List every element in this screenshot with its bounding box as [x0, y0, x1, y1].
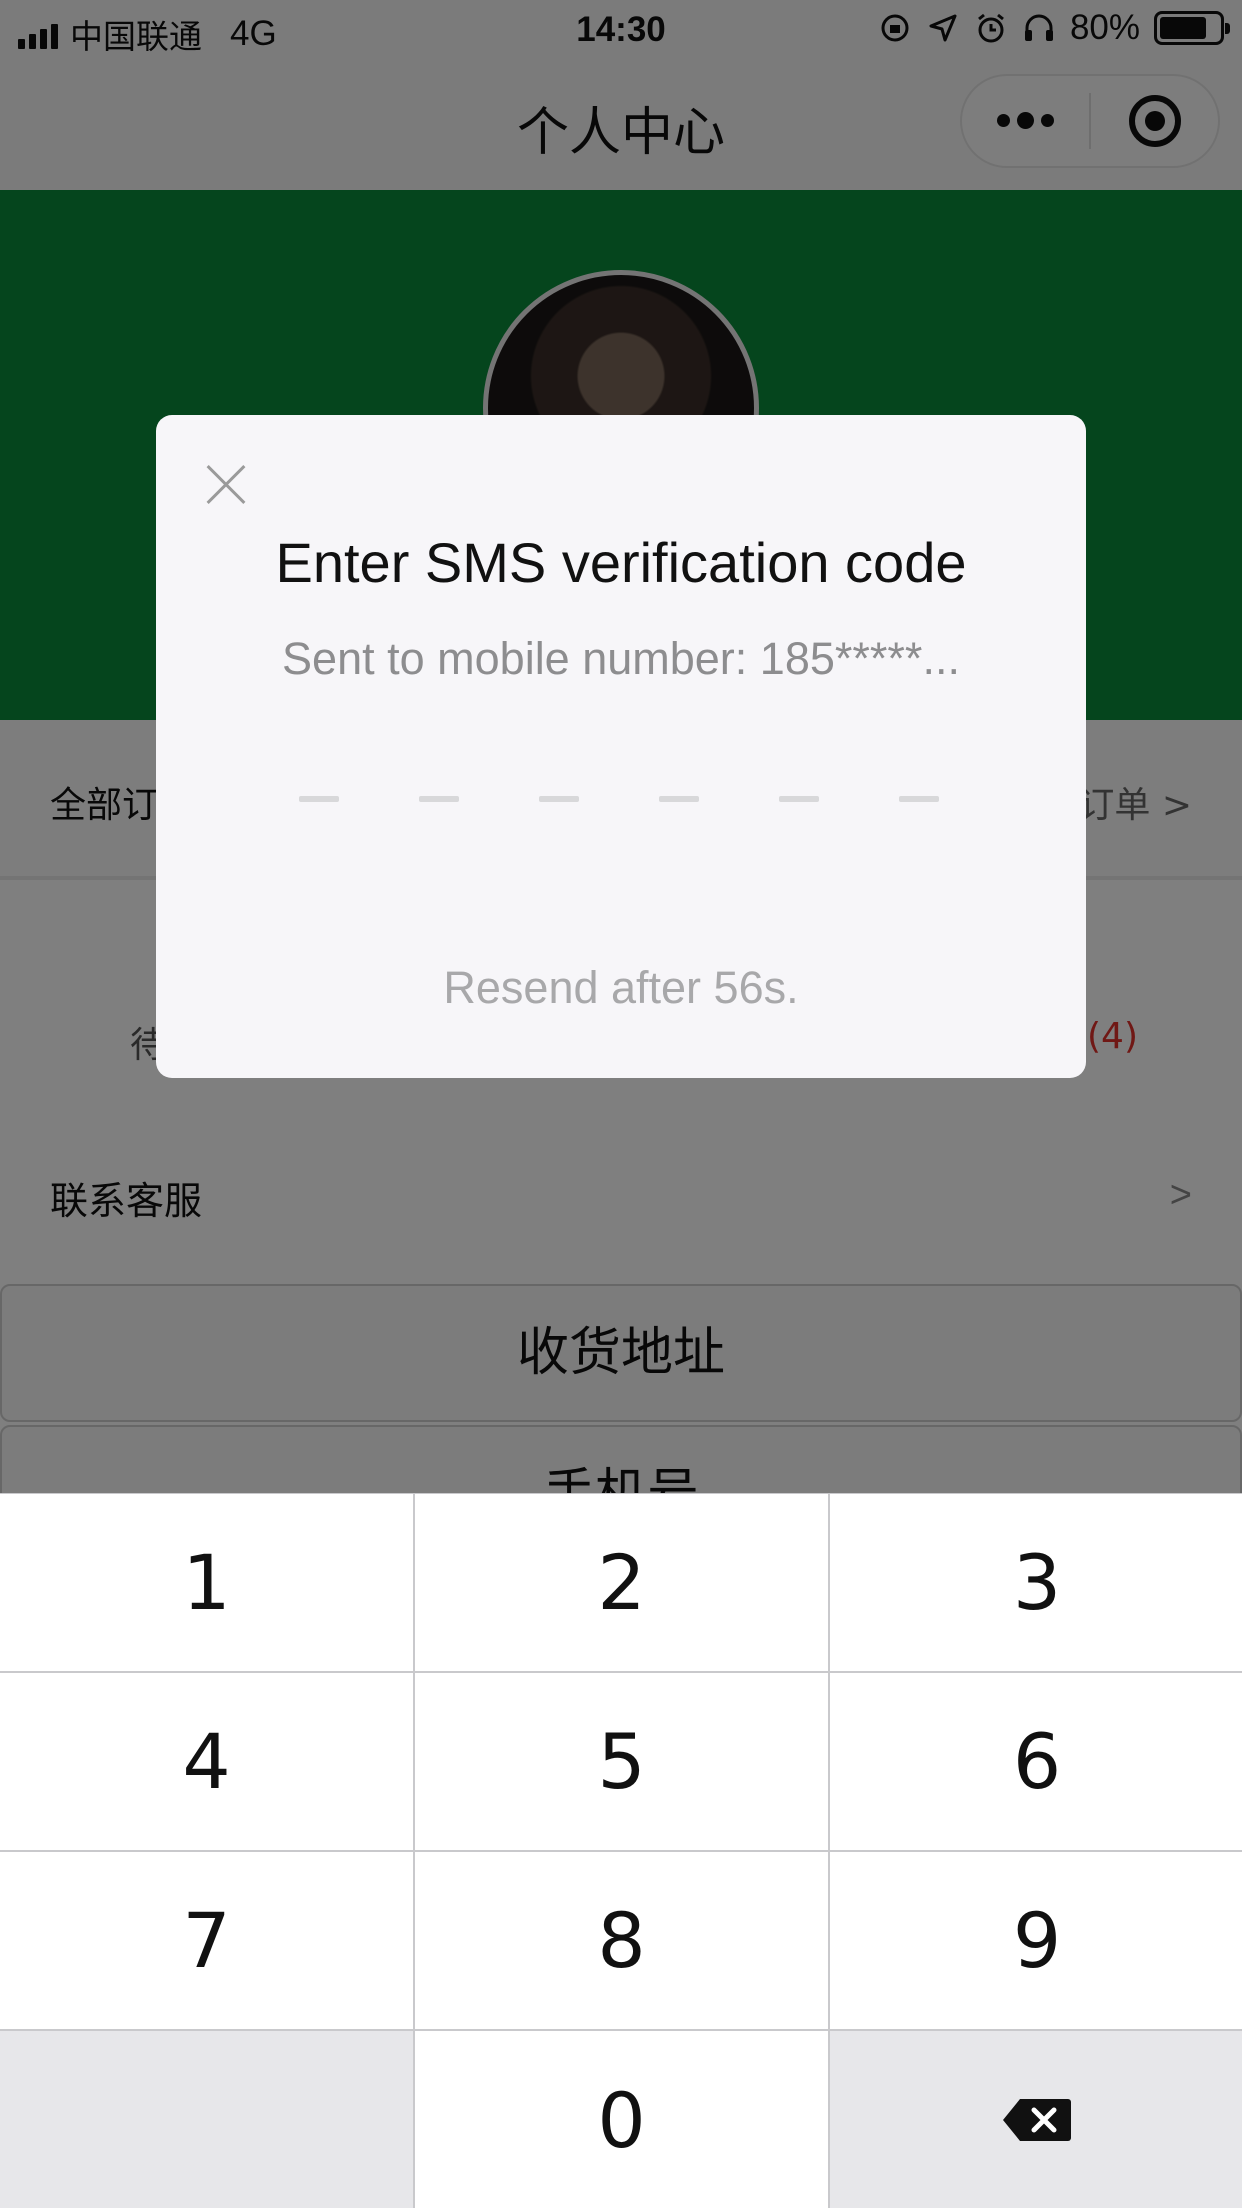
keypad-key-0[interactable]: 0: [415, 2031, 828, 2208]
resend-countdown: Resend after 56s.: [443, 962, 799, 1013]
code-digit-slot: [659, 796, 699, 802]
backspace-icon: [1003, 2099, 1071, 2141]
keypad-blank-key: [0, 2031, 413, 2208]
dialog-title: Enter SMS verification code: [275, 531, 967, 594]
close-icon[interactable]: [196, 455, 256, 515]
code-digit-slot: [419, 796, 459, 802]
keypad-key-3[interactable]: 3: [830, 1494, 1242, 1671]
keypad-key-1[interactable]: 1: [0, 1494, 413, 1671]
keypad-key-7[interactable]: 7: [0, 1852, 413, 2029]
code-digit-slot: [299, 796, 339, 802]
code-digit-slot: [539, 796, 579, 802]
keypad-key-9[interactable]: 9: [830, 1852, 1242, 2029]
keypad-key-2[interactable]: 2: [415, 1494, 828, 1671]
keypad-key-8[interactable]: 8: [415, 1852, 828, 2029]
keypad-key-6[interactable]: 6: [830, 1673, 1242, 1850]
keypad-key-5[interactable]: 5: [415, 1673, 828, 1850]
numeric-keypad: 123 456 7890: [0, 1493, 1242, 2208]
sms-verification-dialog: Enter SMS verification code Sent to mobi…: [156, 415, 1086, 1078]
backspace-key[interactable]: [830, 2031, 1242, 2208]
dialog-subtitle: Sent to mobile number: 185*****...: [282, 633, 960, 684]
code-input[interactable]: [299, 796, 939, 802]
code-digit-slot: [779, 796, 819, 802]
keypad-key-4[interactable]: 4: [0, 1673, 413, 1850]
code-digit-slot: [899, 796, 939, 802]
